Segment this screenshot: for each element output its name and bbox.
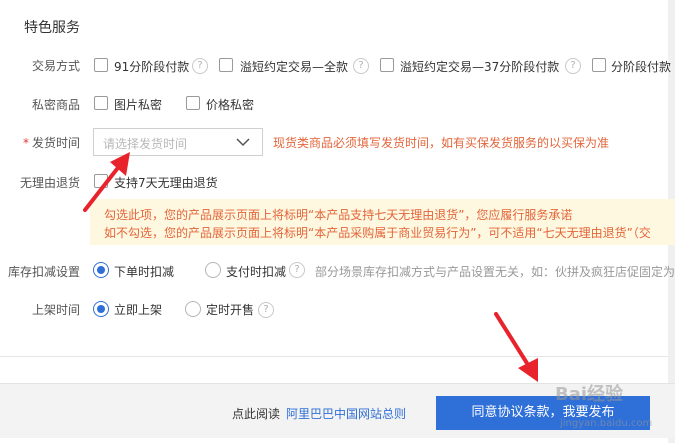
trade-option-91-label: 91分阶段付款 — [114, 60, 190, 74]
return-notice-line-1: 勾选此项，您的产品展示页面上将标明“本产品支持七天无理由退货”，您应履行服务承诺 — [104, 208, 573, 222]
deduct-on-order-label: 下单时扣减 — [114, 265, 175, 279]
private-image-checkbox[interactable] — [94, 96, 108, 110]
watermark-url: jingyan.baidu.com — [560, 418, 653, 429]
ship-time-label: * 发货时间 — [0, 134, 80, 151]
private-goods-label: 私密商品 — [31, 98, 80, 112]
help-icon[interactable]: ? — [258, 302, 274, 318]
deduct-on-payment-radio[interactable] — [205, 262, 221, 278]
return-notice-box: 勾选此项，您的产品展示页面上将标明“本产品支持七天无理由退货”，您应履行服务承诺… — [90, 199, 675, 245]
list-now-label: 立即上架 — [114, 303, 163, 317]
trade-option-overshort-full-label: 溢短约定交易—全款 — [240, 60, 349, 74]
ship-time-label-text: 发货时间 — [31, 136, 80, 150]
list-now-radio[interactable] — [93, 301, 109, 317]
chevron-down-icon — [236, 138, 250, 147]
ship-time-hint: 现货类商品必须填写发货时间，如有买保发货服务的以买保为准 — [273, 136, 610, 150]
help-icon[interactable]: ? — [565, 58, 581, 74]
read-prompt: 点此阅读 — [232, 407, 281, 421]
required-mark: * — [22, 136, 29, 150]
help-icon[interactable]: ? — [289, 262, 305, 278]
trade-option-staged-checkbox[interactable] — [592, 58, 606, 72]
stock-deduct-label: 库存扣减设置 — [7, 265, 80, 279]
help-icon[interactable]: ? — [192, 58, 208, 74]
no-reason-return-label: 无理由退货 — [19, 176, 80, 190]
deduct-on-payment-label: 支付时扣减 — [226, 265, 287, 279]
site-rules-link[interactable]: 阿里巴巴中国网站总则 — [286, 405, 406, 422]
trade-option-overshort-full-checkbox[interactable] — [219, 58, 233, 72]
section-title: 特色服务 — [24, 20, 80, 36]
trade-option-staged-label: 分阶段付款 — [611, 60, 672, 74]
annotation-arrow-icon — [494, 312, 538, 382]
listing-time-label: 上架时间 — [31, 303, 80, 317]
scheduled-sale-radio[interactable] — [185, 301, 201, 317]
return-notice-line-2: 如不勾选，您的产品展示页面上将标明“本产品采购属于商业贸易行为”，可不适用“七天… — [104, 226, 651, 240]
deduct-on-order-radio[interactable] — [93, 262, 109, 278]
stock-deduct-hint: 部分场景库存扣减方式与产品设置无关，如：伙拼及疯狂店促固定为 — [315, 265, 675, 279]
trade-option-overshort-37-label: 溢短约定交易—37分阶段付款 — [400, 60, 560, 74]
scheduled-sale-label: 定时开售 — [206, 303, 255, 317]
watermark-logo: Bai经验 — [555, 384, 624, 405]
private-price-label: 价格私密 — [206, 98, 255, 112]
help-icon[interactable]: ? — [353, 58, 369, 74]
section-divider — [0, 356, 668, 357]
trade-option-overshort-37-checkbox[interactable] — [380, 58, 394, 72]
private-price-checkbox[interactable] — [186, 96, 200, 110]
private-image-label: 图片私密 — [114, 98, 163, 112]
trade-method-label: 交易方式 — [31, 59, 80, 73]
trade-option-91-checkbox[interactable] — [94, 58, 108, 72]
annotation-arrow-icon — [83, 152, 130, 212]
